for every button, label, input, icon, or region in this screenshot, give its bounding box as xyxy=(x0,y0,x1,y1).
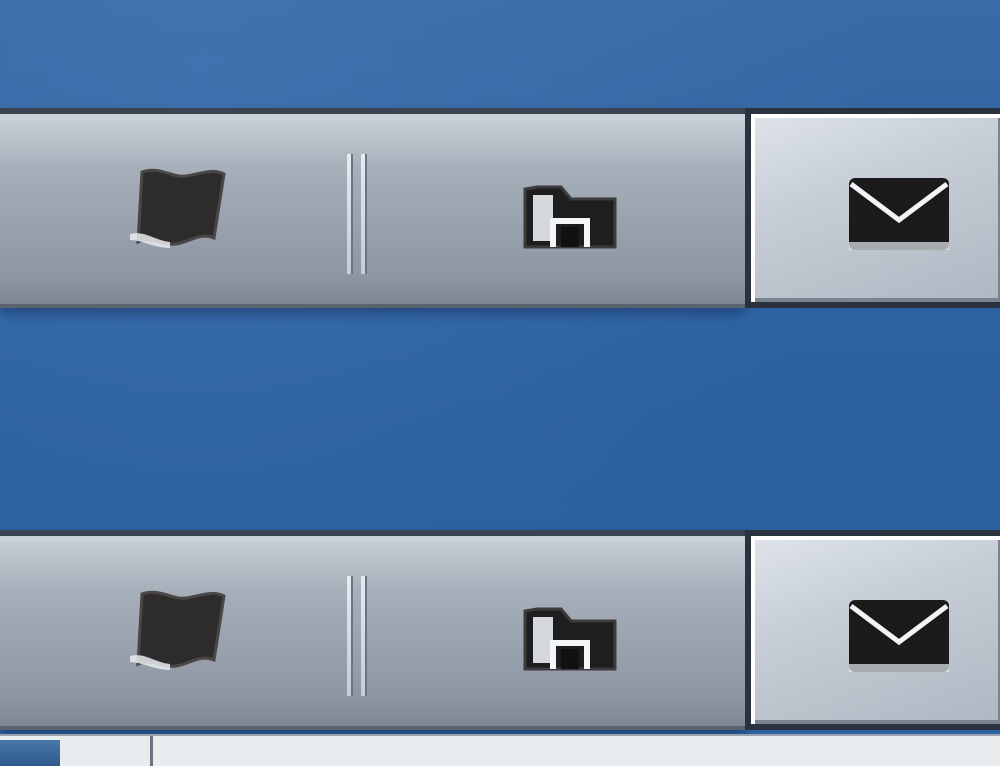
envelope-icon xyxy=(848,178,949,250)
windows-flag-icon xyxy=(130,168,226,248)
separator-line xyxy=(347,576,351,696)
envelope-icon xyxy=(848,600,949,672)
taskbar-track xyxy=(0,530,745,730)
taskbar-track xyxy=(0,108,745,308)
folder-icon xyxy=(523,185,617,249)
windows-flag-icon xyxy=(130,590,226,670)
folder-icon xyxy=(523,607,617,671)
taskbar-separator xyxy=(345,576,375,696)
strip-button[interactable] xyxy=(0,740,60,766)
mail-button[interactable] xyxy=(841,169,956,259)
strip-divider xyxy=(150,736,153,766)
taskbar-top xyxy=(0,108,1000,308)
separator-line xyxy=(347,154,351,274)
file-explorer-button[interactable] xyxy=(495,561,645,711)
file-explorer-button[interactable] xyxy=(495,139,645,289)
taskbar-bottom xyxy=(0,530,1000,730)
tray-panel xyxy=(745,530,1000,730)
separator-line xyxy=(361,154,365,274)
taskbar-separator xyxy=(345,154,375,274)
separator-line xyxy=(361,576,365,696)
tray-panel xyxy=(745,108,1000,308)
mail-button[interactable] xyxy=(841,591,956,681)
bottom-window-strip xyxy=(0,734,1000,766)
windows-start-button[interactable] xyxy=(100,139,250,289)
windows-start-button[interactable] xyxy=(100,561,250,711)
